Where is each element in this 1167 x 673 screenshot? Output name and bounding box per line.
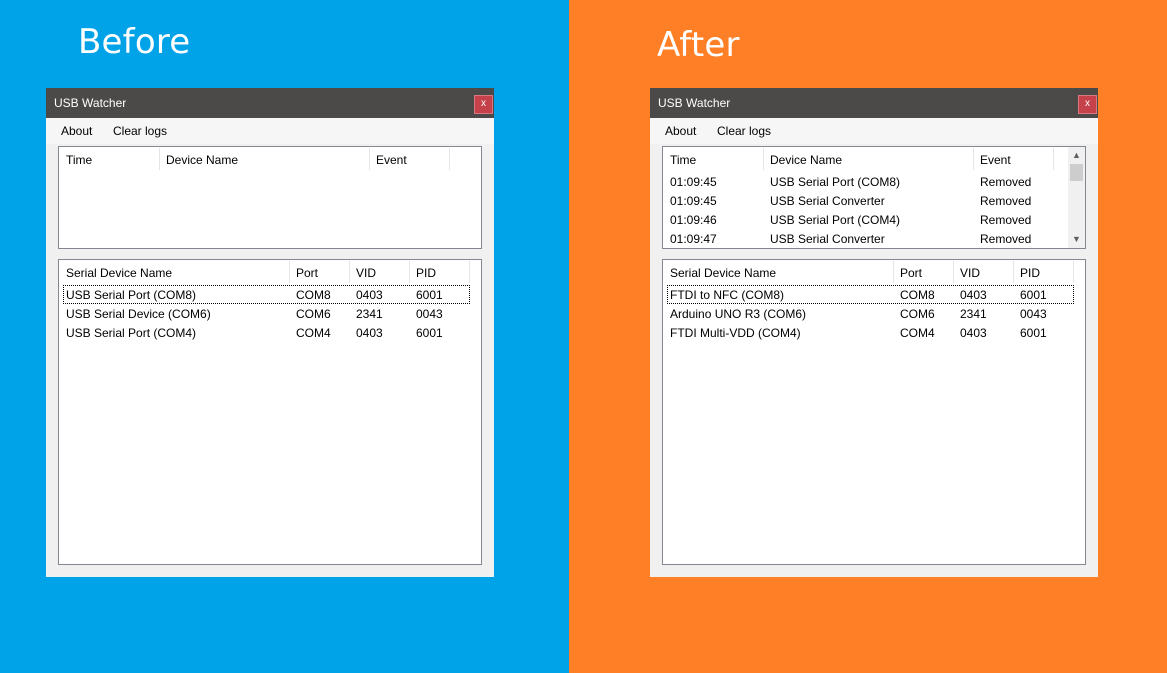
title-bar[interactable]: USB Watcher x [650,88,1098,118]
cell-port: COM6 [296,307,331,321]
cell-vid: 0403 [356,288,383,302]
cell-vid: 2341 [960,307,987,321]
column-divider[interactable] [369,148,370,170]
cell-device-name: USB Serial Converter [770,194,885,208]
column-header-serial-device-name[interactable]: Serial Device Name [670,266,776,280]
event-log-header: Time Device Name Event [59,147,481,171]
cell-device-name: USB Serial Port (COM4) [66,326,197,340]
menu-about[interactable]: About [665,124,696,138]
cell-port: COM6 [900,307,935,321]
before-panel: Before USB Watcher x About Clear logs Ti… [0,0,569,673]
chevron-down-icon[interactable]: ▼ [1068,231,1085,248]
column-header-device-name[interactable]: Device Name [770,153,842,167]
menu-bar: About Clear logs [650,118,1098,144]
cell-pid: 6001 [416,288,443,302]
before-heading: Before [78,22,191,62]
cell-port: COM4 [296,326,331,340]
after-panel: After USB Watcher x About Clear logs Tim… [569,0,1167,673]
scrollbar-thumb[interactable] [1070,164,1083,181]
vertical-scrollbar[interactable]: ▲ ▼ [1068,147,1085,248]
cell-time: 01:09:46 [670,213,717,227]
column-header-device-name[interactable]: Device Name [166,153,238,167]
cell-pid: 0043 [1020,307,1047,321]
serial-device-header: Serial Device Name Port VID PID [59,260,481,284]
serial-device-header: Serial Device Name Port VID PID [663,260,1085,284]
column-divider[interactable] [973,148,974,170]
event-log-header: Time Device Name Event [663,147,1085,171]
cell-pid: 0043 [416,307,443,321]
cell-event: Removed [980,232,1032,246]
menu-clear-logs[interactable]: Clear logs [113,124,167,138]
cell-device-name: Arduino UNO R3 (COM6) [670,307,807,321]
column-header-serial-device-name[interactable]: Serial Device Name [66,266,172,280]
column-header-pid[interactable]: PID [416,266,436,280]
column-divider[interactable] [893,261,894,283]
column-divider[interactable] [1013,261,1014,283]
cell-event: Removed [980,175,1032,189]
after-heading: After [657,25,740,65]
cell-pid: 6001 [1020,288,1047,302]
column-header-vid[interactable]: VID [960,266,980,280]
cell-device-name: USB Serial Port (COM8) [770,175,901,189]
title-bar[interactable]: USB Watcher x [46,88,494,118]
cell-device-name: USB Serial Converter [770,232,885,246]
cell-device-name: USB Serial Device (COM6) [66,307,211,321]
event-log-list[interactable]: Time Device Name Event [58,146,482,249]
cell-device-name: USB Serial Port (COM8) [66,288,197,302]
cell-vid: 0403 [356,326,383,340]
menu-bar: About Clear logs [46,118,494,144]
menu-clear-logs[interactable]: Clear logs [717,124,771,138]
close-button[interactable]: x [1078,95,1097,114]
cell-time: 01:09:45 [670,175,717,189]
serial-device-list[interactable]: Serial Device Name Port VID PID USB Seri… [58,259,482,565]
cell-vid: 0403 [960,326,987,340]
usb-watcher-window: USB Watcher x About Clear logs Time Devi… [46,88,494,577]
column-header-vid[interactable]: VID [356,266,376,280]
event-log-list[interactable]: Time Device Name Event 01:09:45 USB Seri… [662,146,1086,249]
window-title: USB Watcher [658,96,731,110]
column-divider[interactable] [469,261,470,283]
column-header-event[interactable]: Event [980,153,1011,167]
column-divider[interactable] [763,148,764,170]
close-button[interactable]: x [474,95,493,114]
cell-vid: 2341 [356,307,383,321]
cell-time: 01:09:45 [670,194,717,208]
cell-port: COM4 [900,326,935,340]
column-header-time[interactable]: Time [66,153,92,167]
column-divider[interactable] [1073,261,1074,283]
column-divider[interactable] [449,148,450,170]
column-header-time[interactable]: Time [670,153,696,167]
window-title: USB Watcher [54,96,127,110]
column-divider[interactable] [159,148,160,170]
cell-time: 01:09:47 [670,232,717,246]
menu-about[interactable]: About [61,124,92,138]
column-header-port[interactable]: Port [900,266,922,280]
cell-event: Removed [980,213,1032,227]
column-divider[interactable] [953,261,954,283]
cell-port: COM8 [900,288,935,302]
cell-event: Removed [980,194,1032,208]
column-divider[interactable] [349,261,350,283]
cell-port: COM8 [296,288,331,302]
cell-pid: 6001 [416,326,443,340]
column-divider[interactable] [409,261,410,283]
column-divider[interactable] [289,261,290,283]
cell-vid: 0403 [960,288,987,302]
column-header-pid[interactable]: PID [1020,266,1040,280]
cell-device-name: USB Serial Port (COM4) [770,213,901,227]
serial-device-list[interactable]: Serial Device Name Port VID PID FTDI to … [662,259,1086,565]
cell-device-name: FTDI Multi-VDD (COM4) [670,326,801,340]
column-divider[interactable] [1053,148,1054,170]
usb-watcher-window: USB Watcher x About Clear logs Time Devi… [650,88,1098,577]
column-header-event[interactable]: Event [376,153,407,167]
cell-pid: 6001 [1020,326,1047,340]
column-header-port[interactable]: Port [296,266,318,280]
chevron-up-icon[interactable]: ▲ [1068,147,1085,164]
cell-device-name: FTDI to NFC (COM8) [670,288,784,302]
